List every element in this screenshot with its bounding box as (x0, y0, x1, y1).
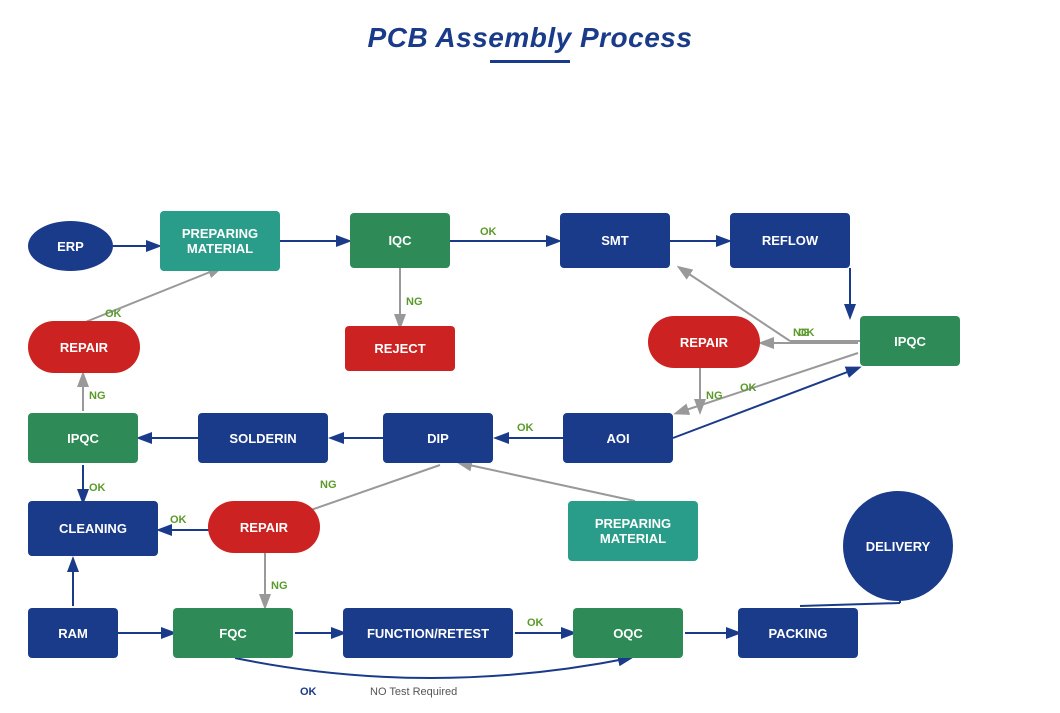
svg-text:NG: NG (706, 390, 723, 402)
svg-text:OK: OK (527, 617, 544, 629)
svg-text:OK: OK (517, 422, 534, 434)
svg-text:OK: OK (798, 327, 815, 339)
node-fqc: FQC (173, 608, 293, 658)
svg-text:OK: OK (740, 382, 757, 394)
node-reflow: REFLOW (730, 213, 850, 268)
node-function-retest: FUNCTION/RETEST (343, 608, 513, 658)
node-iqc: IQC (350, 213, 450, 268)
svg-text:NG: NG (320, 479, 337, 491)
title-underline (490, 60, 570, 63)
arrows-svg: OK NG NG OK NG OK (0, 73, 1060, 713)
node-aoi: AOI (563, 413, 673, 463)
svg-text:NO Test Required: NO Test Required (370, 686, 457, 698)
page-container: PCB Assembly Process OK (0, 0, 1060, 712)
node-packing: PACKING (738, 608, 858, 658)
node-delivery: DELIVERY (843, 491, 953, 601)
node-ram: RAM (28, 608, 118, 658)
svg-text:NG: NG (89, 390, 106, 402)
node-repair-left: REPAIR (28, 321, 140, 373)
svg-text:NG: NG (271, 580, 288, 592)
svg-text:NG: NG (793, 327, 810, 339)
node-repair-mid: REPAIR (208, 501, 320, 553)
node-ipqc-left: IPQC (28, 413, 138, 463)
node-dip: DIP (383, 413, 493, 463)
page-title: PCB Assembly Process (0, 0, 1060, 54)
svg-text:OK: OK (105, 308, 122, 320)
svg-text:OK: OK (480, 226, 497, 238)
node-cleaning: CLEANING (28, 501, 158, 556)
node-smt: SMT (560, 213, 670, 268)
node-erp: ERP (28, 221, 113, 271)
node-preparing-material-1: PREPARING MATERIAL (160, 211, 280, 271)
svg-text:NG: NG (406, 296, 423, 308)
node-solderin: SOLDERIN (198, 413, 328, 463)
node-repair-right: REPAIR (648, 316, 760, 368)
svg-text:OK: OK (89, 482, 106, 494)
node-ipqc-right: IPQC (860, 316, 960, 366)
node-preparing-material-2: PREPARING MATERIAL (568, 501, 698, 561)
svg-text:OK: OK (170, 514, 187, 526)
node-reject: REJECT (345, 326, 455, 371)
node-oqc: OQC (573, 608, 683, 658)
flowchart: OK NG NG OK NG OK (0, 73, 1060, 713)
svg-text:OK: OK (300, 686, 317, 698)
